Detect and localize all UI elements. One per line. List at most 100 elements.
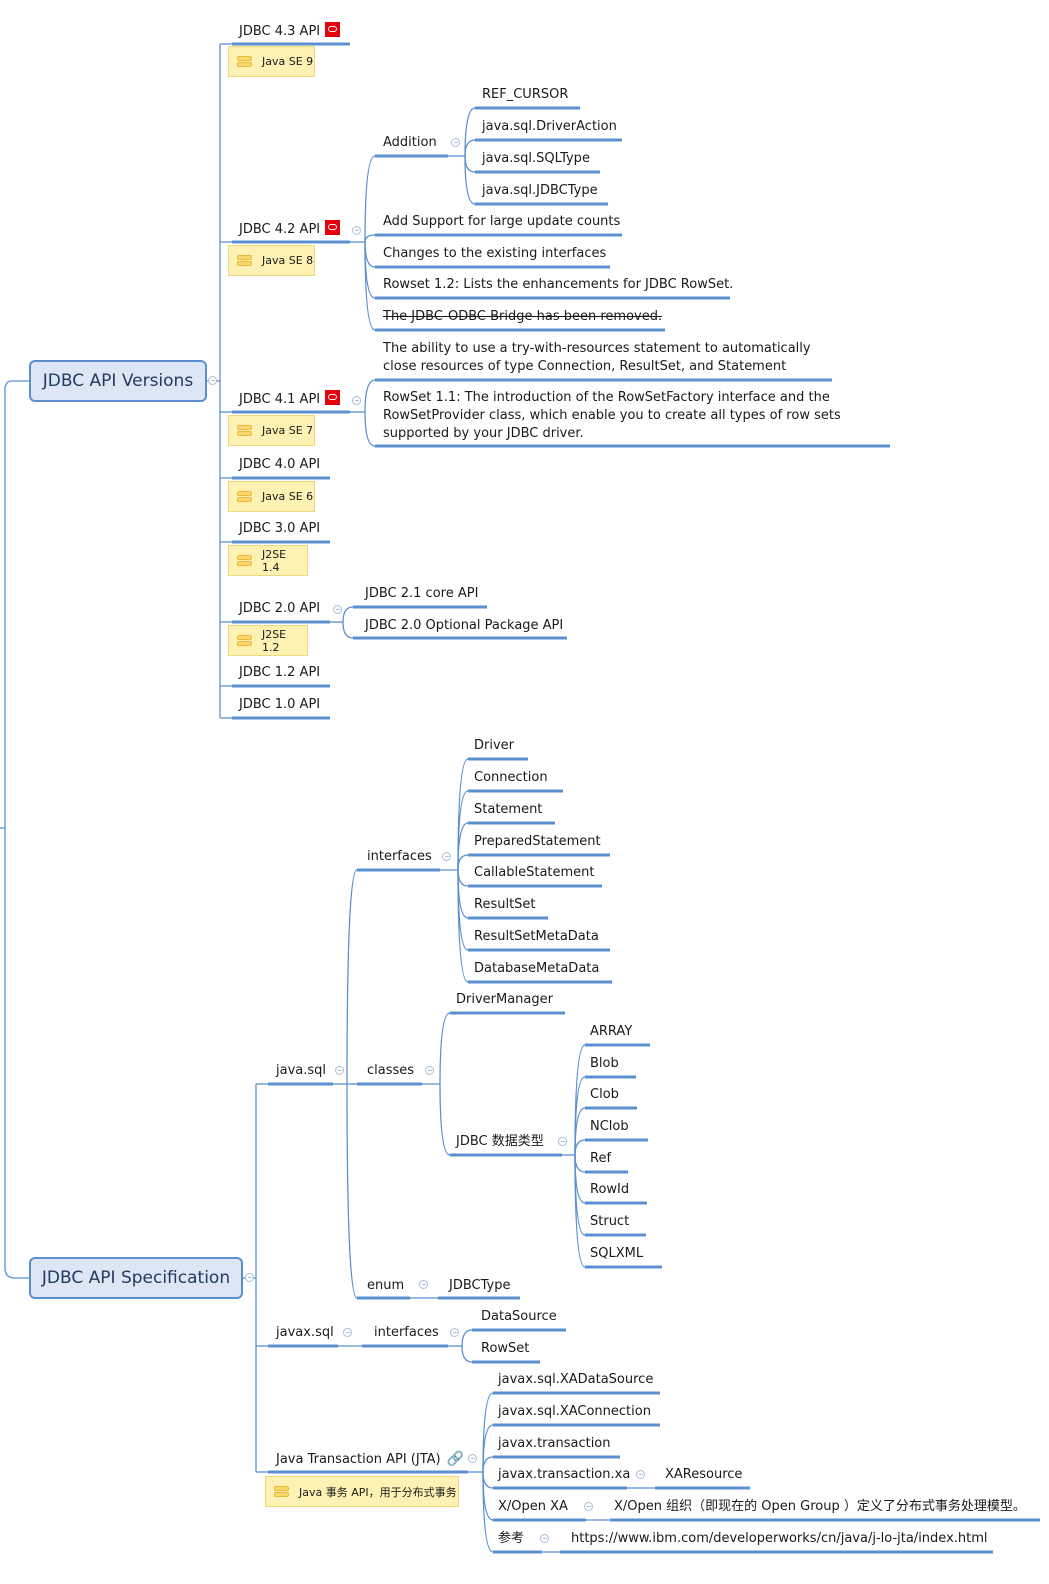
collapse-toggle[interactable]	[208, 376, 217, 385]
topic-driver-manager[interactable]: DriverManager	[456, 991, 553, 1009]
collapse-toggle[interactable]	[468, 1454, 477, 1463]
topic-x-open-desc[interactable]: X/Open 组织（即现在的 Open Group ）定义了分布式事务处理模型。	[614, 1498, 1026, 1516]
topic-javax-sql[interactable]: javax.sql	[276, 1324, 334, 1342]
collapse-toggle[interactable]	[450, 1328, 459, 1337]
collapse-toggle[interactable]	[419, 1280, 428, 1289]
topic-addition[interactable]: Addition	[383, 134, 437, 152]
topic-rowid[interactable]: RowId	[590, 1181, 629, 1199]
topic-jdbc-4-0[interactable]: JDBC 4.0 API	[239, 456, 320, 474]
note-j2se-1-2[interactable]: J2SE 1.2	[228, 625, 308, 656]
topic-statement[interactable]: Statement	[474, 801, 542, 819]
root-topic-spec[interactable]: JDBC API Specification	[29, 1257, 243, 1299]
collapse-toggle[interactable]	[352, 396, 361, 405]
topic-xa-connection[interactable]: javax.sql.XAConnection	[498, 1403, 651, 1421]
note-j2se-1-4[interactable]: J2SE 1.4	[228, 545, 308, 576]
note-java-se-6[interactable]: Java SE 6	[228, 481, 315, 512]
collapse-toggle[interactable]	[335, 1066, 344, 1075]
topic-struct[interactable]: Struct	[590, 1213, 629, 1231]
note-text: Java SE 8	[262, 254, 314, 267]
topic-javax-transaction-xa[interactable]: javax.transaction.xa	[498, 1466, 630, 1484]
topic-try-with-resources[interactable]: The ability to use a try-with-resources …	[383, 340, 828, 376]
topic-reference-url[interactable]: https://www.ibm.com/developerworks/cn/ja…	[571, 1530, 988, 1548]
topic-javax-transaction[interactable]: javax.transaction	[498, 1435, 611, 1453]
hyperlink-icon[interactable]: 🔗	[447, 1450, 464, 1468]
topic-label: JDBC 4.1 API	[239, 392, 321, 407]
topic-xa-resource[interactable]: XAResource	[665, 1466, 742, 1484]
collapse-toggle[interactable]	[540, 1534, 549, 1543]
root-topic-versions[interactable]: JDBC API Versions	[29, 360, 207, 402]
note-text: Java SE 7	[262, 424, 314, 437]
topic-label: JDBC 4.2 API	[239, 222, 321, 237]
oracle-icon	[325, 220, 341, 235]
topic-jdbc-1-2[interactable]: JDBC 1.2 API	[239, 664, 320, 682]
note-java-se-7[interactable]: Java SE 7	[228, 415, 315, 446]
topic-callable-statement[interactable]: CallableStatement	[474, 864, 595, 882]
collapse-toggle[interactable]	[343, 1328, 352, 1337]
topic-array[interactable]: ARRAY	[590, 1023, 632, 1041]
topic-database-metadata[interactable]: DatabaseMetaData	[474, 960, 599, 978]
note-text: Java SE 9	[262, 55, 314, 68]
note-text: Java 事务 API，用于分布式事务	[299, 1485, 457, 1499]
topic-jdbc-data-types[interactable]: JDBC 数据类型	[456, 1133, 544, 1151]
topic-connection[interactable]: Connection	[474, 769, 548, 787]
note-icon	[274, 1485, 289, 1498]
oracle-icon	[325, 22, 341, 37]
collapse-toggle[interactable]	[558, 1137, 567, 1146]
root-topic-label: JDBC API Versions	[42, 371, 194, 391]
collapse-toggle[interactable]	[584, 1502, 593, 1511]
topic-enum[interactable]: enum	[367, 1277, 404, 1295]
topic-xa-datasource[interactable]: javax.sql.XADataSource	[498, 1371, 653, 1389]
topic-javax-interfaces[interactable]: interfaces	[374, 1324, 439, 1342]
topic-interface-changes[interactable]: Changes to the existing interfaces	[383, 245, 606, 263]
topic-driver[interactable]: Driver	[474, 737, 514, 755]
topic-nclob[interactable]: NClob	[590, 1118, 629, 1136]
topic-jta[interactable]: Java Transaction API (JTA) 🔗	[276, 1450, 464, 1469]
topic-clob[interactable]: Clob	[590, 1086, 619, 1104]
topic-jdbc-3-0[interactable]: JDBC 3.0 API	[239, 520, 320, 538]
topic-blob[interactable]: Blob	[590, 1055, 619, 1073]
topic-jdbc-4-3[interactable]: JDBC 4.3 API	[239, 22, 341, 41]
topic-odbc-bridge-removed[interactable]: The JDBC-ODBC Bridge has been removed.	[383, 308, 662, 326]
collapse-toggle[interactable]	[636, 1470, 645, 1479]
mind-map-canvas: JDBC API Versions JDBC API Specification…	[0, 0, 1049, 1584]
topic-result-set[interactable]: ResultSet	[474, 896, 536, 914]
note-icon	[237, 254, 252, 267]
topic-classes[interactable]: classes	[367, 1062, 414, 1080]
collapse-toggle[interactable]	[425, 1066, 434, 1075]
topic-rowset-1-1[interactable]: RowSet 1.1: The introduction of the RowS…	[383, 389, 883, 443]
note-text: J2SE 1.4	[261, 547, 287, 574]
topic-prepared-statement[interactable]: PreparedStatement	[474, 833, 601, 851]
note-jta[interactable]: Java 事务 API，用于分布式事务	[265, 1476, 459, 1507]
note-java-se-9[interactable]: Java SE 9	[228, 46, 315, 77]
collapse-toggle[interactable]	[333, 605, 342, 614]
topic-large-update-counts[interactable]: Add Support for large update counts	[383, 213, 620, 231]
topic-result-set-metadata[interactable]: ResultSetMetaData	[474, 928, 599, 946]
topic-reference[interactable]: 参考	[498, 1530, 524, 1548]
note-icon	[237, 554, 252, 567]
topic-jdbc-4-1[interactable]: JDBC 4.1 API	[239, 390, 341, 409]
topic-rowset[interactable]: RowSet	[481, 1340, 529, 1358]
topic-ref[interactable]: Ref	[590, 1150, 611, 1168]
topic-driver-action[interactable]: java.sql.DriverAction	[482, 118, 617, 136]
collapse-toggle[interactable]	[442, 852, 451, 861]
topic-jdbc-type[interactable]: java.sql.JDBCType	[482, 182, 598, 200]
topic-jdbc-2-0[interactable]: JDBC 2.0 API	[239, 600, 320, 618]
topic-datasource[interactable]: DataSource	[481, 1308, 557, 1326]
note-icon	[237, 490, 252, 503]
topic-ref-cursor[interactable]: REF_CURSOR	[482, 86, 568, 104]
topic-jdbc-2-1-core[interactable]: JDBC 2.1 core API	[365, 585, 478, 603]
topic-java-sql[interactable]: java.sql	[276, 1062, 326, 1080]
topic-interfaces[interactable]: interfaces	[367, 848, 432, 866]
topic-jdbc-2-0-optional[interactable]: JDBC 2.0 Optional Package API	[365, 617, 563, 635]
topic-sqlxml[interactable]: SQLXML	[590, 1245, 643, 1263]
topic-rowset-1-2[interactable]: Rowset 1.2: Lists the enhancements for J…	[383, 276, 733, 294]
topic-jdbc-4-2[interactable]: JDBC 4.2 API	[239, 220, 341, 239]
collapse-toggle[interactable]	[451, 138, 460, 147]
collapse-toggle[interactable]	[245, 1273, 254, 1282]
topic-jdbc-1-0[interactable]: JDBC 1.0 API	[239, 696, 320, 714]
collapse-toggle[interactable]	[352, 226, 361, 235]
note-java-se-8[interactable]: Java SE 8	[228, 245, 315, 276]
topic-sql-type[interactable]: java.sql.SQLType	[482, 150, 590, 168]
topic-x-open-xa[interactable]: X/Open XA	[498, 1498, 568, 1516]
topic-jdbctype-enum[interactable]: JDBCType	[449, 1277, 510, 1295]
